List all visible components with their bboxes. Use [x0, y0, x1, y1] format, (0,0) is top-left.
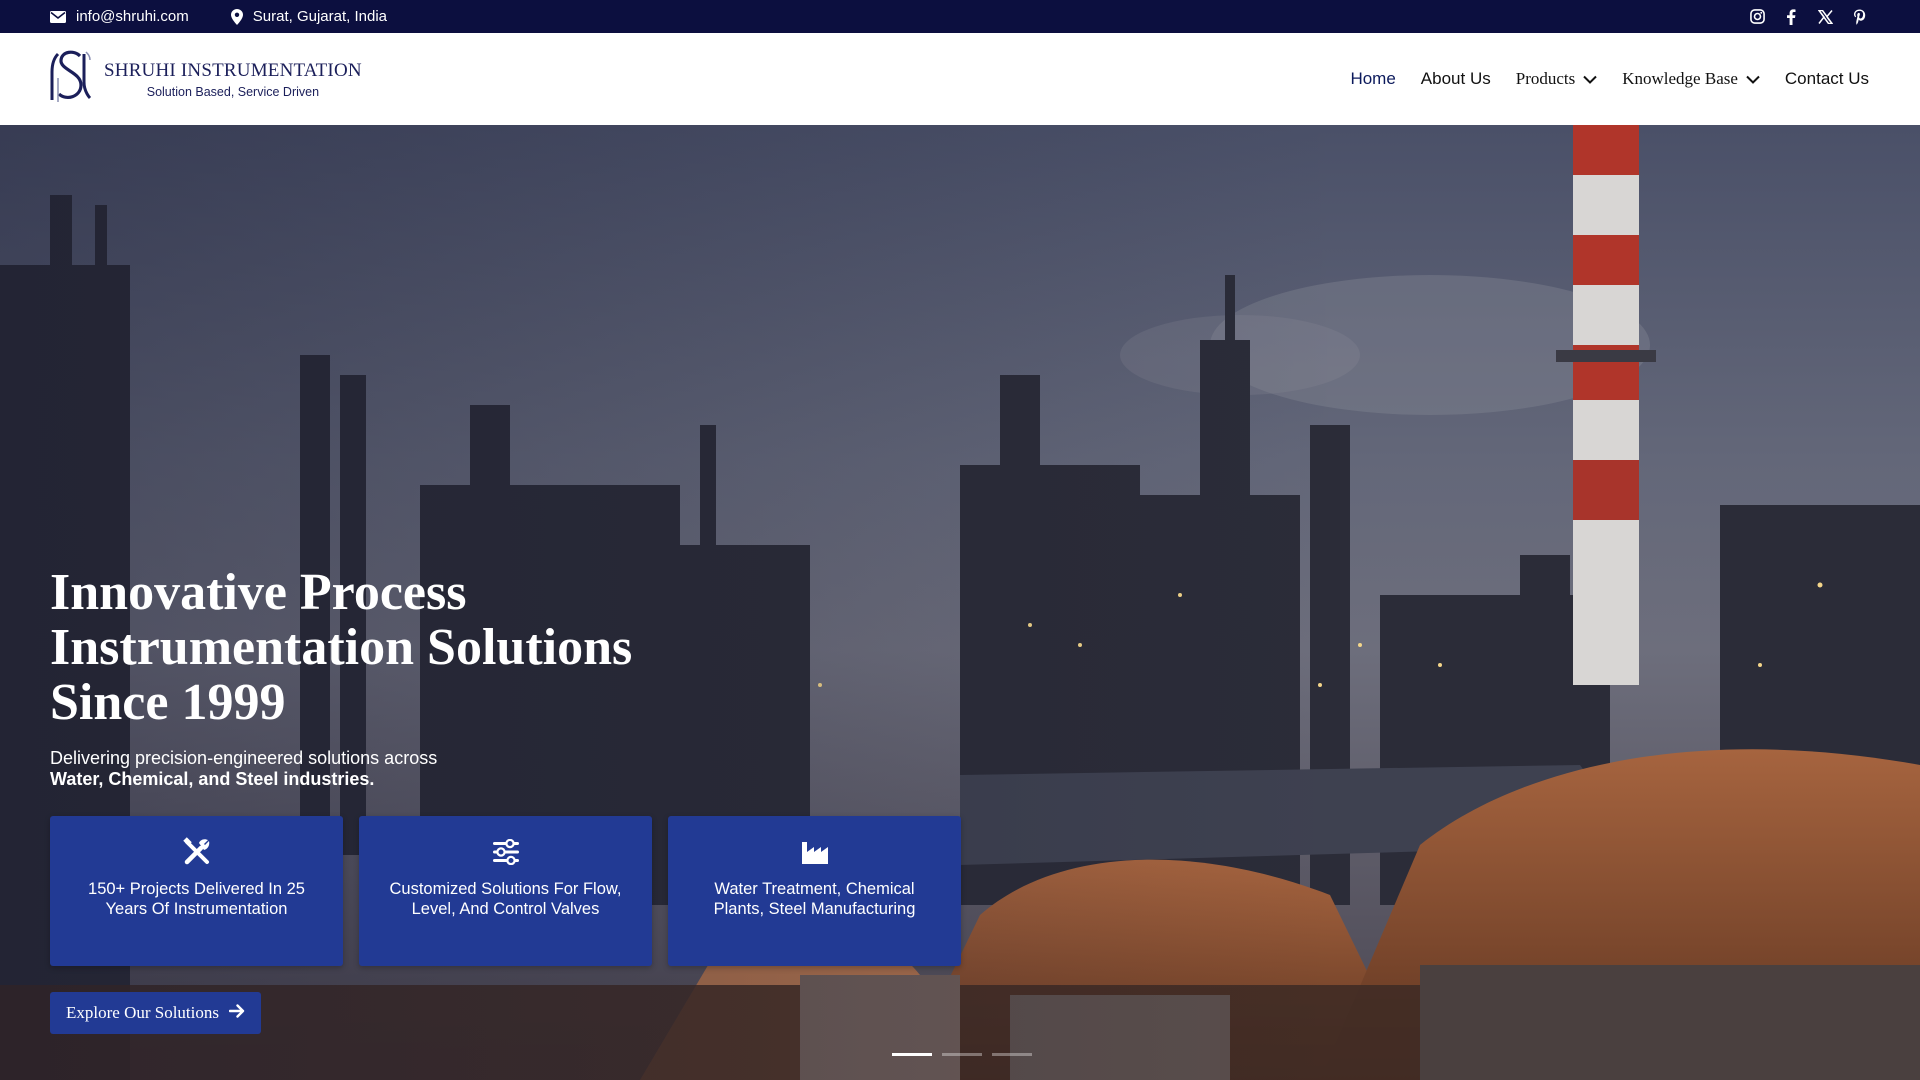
main-nav: Home About Us Products Knowledge Base Co…: [1350, 69, 1870, 89]
nav-knowledge-label: Knowledge Base: [1622, 69, 1738, 88]
nav-products[interactable]: Products: [1516, 69, 1598, 89]
nav-home-label: Home: [1350, 69, 1396, 88]
hero-title-line-2: Instrumentation Solutions: [50, 619, 633, 676]
site-header: SHRUHI INSTRUMENTATION Solution Based, S…: [0, 33, 1920, 125]
nav-contact-label: Contact Us: [1784, 69, 1869, 88]
brand-logo-link[interactable]: SHRUHI INSTRUMENTATION Solution Based, S…: [50, 48, 362, 111]
brand-text: SHRUHI INSTRUMENTATION Solution Based, S…: [104, 60, 362, 99]
feature-card-solutions: Customized Solutions For Flow, Level, An…: [359, 816, 652, 966]
chevron-down-icon: [1746, 69, 1760, 89]
hero-title: Innovative Process Instrumentation Solut…: [50, 565, 750, 730]
slider-dot-1[interactable]: [892, 1053, 932, 1056]
nav-products-label: Products: [1515, 69, 1576, 88]
hero-subtitle: Delivering precision-engineered solution…: [50, 748, 570, 790]
slider-pagination: [892, 1053, 1032, 1056]
tools-icon: [182, 837, 212, 867]
chevron-down-icon: [1583, 69, 1597, 89]
nav-about[interactable]: About Us: [1421, 69, 1491, 89]
hero-title-line-1: Innovative Process: [50, 564, 467, 621]
arrow-right-icon: [228, 1003, 245, 1023]
hero-subtitle-line-1: Delivering precision-engineered solution…: [50, 748, 438, 768]
sliders-icon: [492, 837, 520, 867]
hero-section: Innovative Process Instrumentation Solut…: [0, 125, 1920, 1080]
envelope-icon: [50, 10, 66, 23]
social-links: [1748, 8, 1870, 26]
feature-card-projects: 150+ Projects Delivered In 25 Years Of I…: [50, 816, 343, 966]
feature-card-projects-text: 150+ Projects Delivered In 25 Years Of I…: [88, 880, 305, 918]
nav-contact[interactable]: Contact Us: [1785, 69, 1869, 89]
email-text: info@shruhi.com: [76, 8, 189, 25]
explore-solutions-label: Explore Our Solutions: [66, 1003, 219, 1022]
contact-info: info@shruhi.com Surat, Gujarat, India: [50, 8, 387, 25]
pinterest-icon[interactable]: [1850, 8, 1868, 26]
nav-about-label: About Us: [1420, 69, 1491, 88]
hero-title-line-3: Since 1999: [50, 674, 286, 731]
industry-icon: [801, 837, 829, 867]
hero-subtitle-line-2: Water, Chemical, and Steel industries.: [50, 769, 375, 789]
instagram-icon[interactable]: [1748, 8, 1766, 26]
slider-dot-2[interactable]: [942, 1053, 982, 1056]
nav-knowledge-base[interactable]: Knowledge Base: [1622, 69, 1760, 89]
slider-dot-3[interactable]: [992, 1053, 1032, 1056]
brand-tagline: Solution Based, Service Driven: [146, 84, 320, 99]
nav-home[interactable]: Home: [1350, 69, 1395, 89]
logo-icon: [50, 48, 92, 111]
feature-cards: 150+ Projects Delivered In 25 Years Of I…: [50, 816, 961, 966]
feature-card-solutions-text: Customized Solutions For Flow, Level, An…: [389, 880, 622, 918]
map-pin-icon: [230, 8, 243, 25]
feature-card-industries-text: Water Treatment, Chemical Plants, Steel …: [713, 880, 916, 918]
location-info: Surat, Gujarat, India: [230, 8, 388, 25]
top-bar: info@shruhi.com Surat, Gujarat, India: [0, 0, 1920, 33]
email-link[interactable]: info@shruhi.com: [50, 8, 189, 25]
feature-card-industries: Water Treatment, Chemical Plants, Steel …: [668, 816, 961, 966]
x-twitter-icon[interactable]: [1816, 8, 1834, 26]
brand-name: SHRUHI INSTRUMENTATION: [104, 59, 362, 81]
location-text: Surat, Gujarat, India: [252, 8, 388, 25]
facebook-icon[interactable]: [1782, 8, 1800, 26]
explore-solutions-button[interactable]: Explore Our Solutions: [50, 992, 261, 1034]
